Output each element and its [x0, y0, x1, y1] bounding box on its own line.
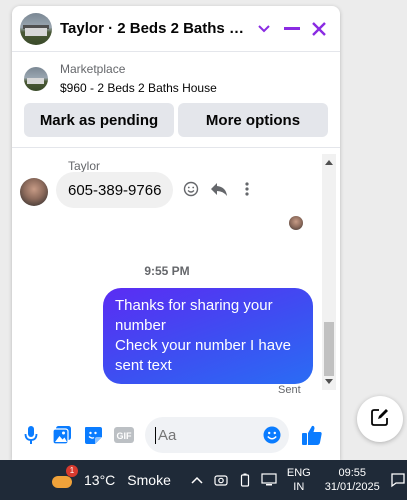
battery-icon[interactable] [237, 472, 253, 488]
message-input[interactable] [155, 426, 255, 444]
message-status: Sent [278, 384, 301, 396]
marketplace-listing: Marketplace $960 - 2 Beds 2 Baths House … [12, 52, 340, 148]
network-icon[interactable] [261, 472, 277, 488]
listing-avatar[interactable] [20, 12, 52, 45]
chat-title[interactable]: Taylor · 2 Beds 2 Baths Hou... [60, 20, 249, 37]
outgoing-line: sent text [115, 357, 172, 374]
chevron-up-icon[interactable] [189, 472, 205, 488]
scroll-down-arrow[interactable] [325, 379, 333, 384]
region-code: IN [293, 481, 305, 493]
listing-thumbnail[interactable] [24, 66, 48, 91]
mark-as-pending-button[interactable]: Mark as pending [24, 103, 174, 137]
more-options-button[interactable]: More options [178, 103, 328, 137]
emoji-react-icon[interactable] [182, 180, 200, 198]
listing-title[interactable]: $960 - 2 Beds 2 Baths House [60, 81, 217, 95]
message-timestamp: 9:55 PM [144, 264, 190, 278]
weather-condition: Smoke [127, 472, 171, 488]
more-icon[interactable] [238, 180, 256, 198]
camera-icon[interactable] [213, 472, 229, 488]
clock-time: 09:55 [338, 467, 366, 479]
message-composer: GIF [12, 410, 340, 460]
message-actions [182, 180, 256, 198]
chevron-down-icon[interactable] [251, 16, 277, 42]
message-scrollbar[interactable] [322, 154, 336, 390]
outgoing-message[interactable]: Thanks for sharing your number Check you… [103, 288, 313, 384]
gallery-icon[interactable] [51, 424, 73, 446]
sender-avatar[interactable] [20, 178, 48, 206]
listing-source: Marketplace [60, 62, 126, 76]
temperature: 13°C [84, 472, 116, 488]
emoji-icon[interactable] [263, 426, 281, 449]
notification-badge: 1 [66, 465, 78, 477]
outgoing-line: Check your number I have [115, 337, 291, 354]
message-input-field[interactable] [145, 417, 289, 453]
language-indicator[interactable]: ENG IN [287, 466, 311, 494]
clock-date: 31/01/2025 [324, 481, 380, 493]
reply-icon[interactable] [210, 180, 228, 198]
gif-icon[interactable]: GIF [113, 424, 135, 446]
weather-widget[interactable]: 1 13°C Smoke [50, 465, 171, 492]
scroll-up-arrow[interactable] [325, 160, 333, 165]
taskbar: 1 13°C Smoke ENG IN 09:55 31/01/2025 [0, 460, 407, 500]
chat-window: Taylor · 2 Beds 2 Baths Hou... Marketpla… [12, 6, 340, 460]
microphone-icon[interactable] [20, 424, 42, 446]
like-icon[interactable] [301, 424, 323, 446]
minimize-icon[interactable] [279, 16, 305, 42]
compose-icon [370, 407, 390, 432]
close-icon[interactable] [306, 16, 332, 42]
system-tray [189, 472, 277, 488]
sender-name: Taylor [68, 159, 101, 173]
incoming-message[interactable]: 605-389-9766 [56, 172, 174, 208]
new-message-button[interactable] [357, 396, 403, 442]
outgoing-line: number [115, 317, 166, 334]
chat-header: Taylor · 2 Beds 2 Baths Hou... [12, 6, 340, 52]
scroll-thumb[interactable] [324, 322, 334, 376]
seen-avatar [289, 216, 303, 230]
language-code: ENG [286, 467, 311, 479]
outgoing-line: Thanks for sharing your [115, 297, 273, 314]
notification-icon[interactable] [390, 472, 406, 488]
svg-text:GIF: GIF [117, 431, 133, 441]
weather-icon: 1 [50, 465, 78, 492]
sticker-icon[interactable] [82, 424, 104, 446]
message-list: Taylor 605-389-9766 9:55 PM Thanks for s… [12, 154, 340, 400]
system-clock[interactable]: 09:55 31/01/2025 [325, 466, 380, 494]
